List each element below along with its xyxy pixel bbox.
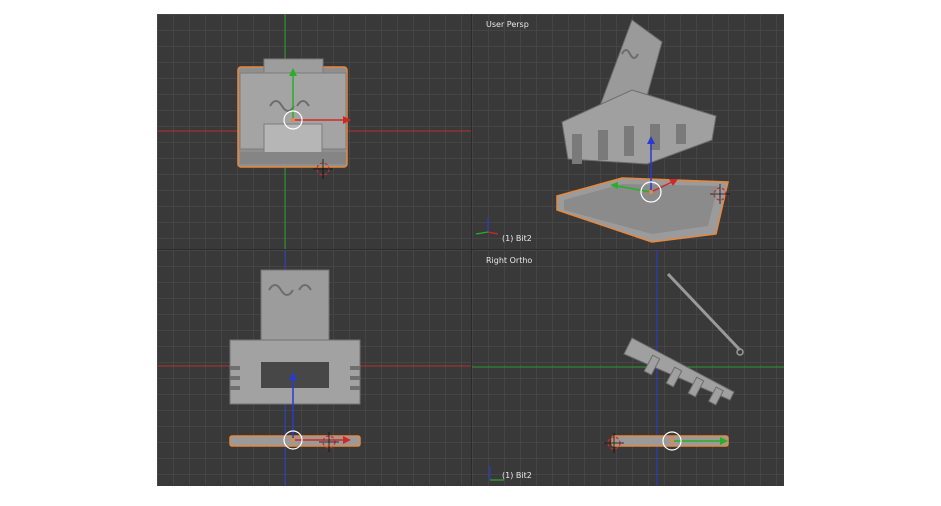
comb-tooth (676, 124, 686, 144)
viewport-top-right-canvas (475, 19, 730, 243)
origin-point (291, 438, 295, 442)
origin-point (670, 439, 674, 443)
lid-shape (666, 272, 742, 352)
viewport-bottom-left[interactable] (157, 250, 471, 486)
front-edge (240, 152, 346, 164)
comb-tooth (572, 134, 582, 164)
viewport-area: User Persp (1) Bit2 Right Ortho (1) Bit2 (157, 14, 784, 486)
origin-point (291, 118, 295, 122)
object-label: (1) Bit2 (502, 234, 532, 243)
view-label: User Persp (486, 20, 529, 29)
comb-tooth (624, 126, 634, 156)
viewport-bottom-left-canvas (157, 250, 471, 486)
viewport-divider-vertical[interactable] (471, 14, 472, 486)
viewport-divider-horizontal[interactable] (157, 249, 784, 250)
viewport-top-left[interactable] (157, 14, 471, 249)
viewport-top-right[interactable]: User Persp (1) Bit2 (472, 14, 784, 249)
slot-shape (261, 362, 329, 388)
viewport-bottom-right-canvas (472, 250, 784, 486)
axis-gizmo-icon (475, 218, 499, 235)
comb-body (561, 89, 717, 165)
origin-point (649, 190, 653, 194)
lid-shape (260, 269, 330, 343)
viewport-top-left-canvas (157, 14, 471, 249)
view-label: Right Ortho (486, 256, 533, 265)
viewport-bottom-right[interactable]: Right Ortho (1) Bit2 (472, 250, 784, 486)
comb-tooth (598, 130, 608, 160)
object-label: (1) Bit2 (502, 471, 532, 480)
base-plate-outline (229, 435, 361, 447)
